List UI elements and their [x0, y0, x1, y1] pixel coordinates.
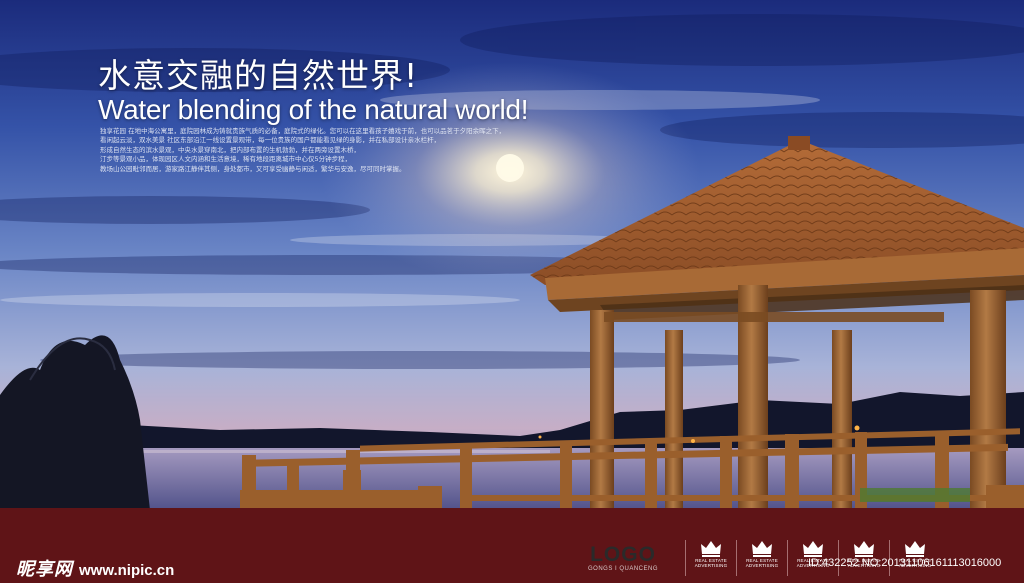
- logo-subtitle: GONGS I QUANCENG: [588, 566, 659, 572]
- badge-label: REAL ESTATE ADVERTISING: [745, 558, 779, 568]
- body-text-line: 看闲起云淡，双水美景 社区东部沿江一线设置景观带，每一位贵族的国户都能看见绿的身…: [100, 136, 441, 145]
- image-id-text: ID:432252 NO:20131106161113016000: [808, 557, 1002, 569]
- crown-badge: REAL ESTATE ADVERTISING: [685, 540, 736, 576]
- body-text: 独享花园 在地中海公寓里，庭院园林成为铸就贵族气质的必备，庭院式的绿化。您可以在…: [100, 127, 540, 174]
- crown-icon: [752, 541, 772, 557]
- badge-label: REAL ESTATE ADVERTISING: [694, 558, 728, 568]
- headline-title-cn: 水意交融的自然世界!: [98, 56, 419, 95]
- body-text-line: 教场山公园毗邻而居，游家路江静伴其侧，身处都市，又可享受幽静与闲适，繁华与安逸，…: [100, 164, 406, 173]
- crown-icon: [803, 541, 823, 557]
- logo-word: LOGO: [590, 543, 656, 566]
- headline-title-en: Water blending of the natural world!: [98, 94, 529, 125]
- crown-badge: REAL ESTATE ADVERTISING: [736, 540, 787, 576]
- site-url: www.nipic.cn: [79, 562, 175, 579]
- footer-bar: 昵享网 www.nipic.cn LOGO GONGS I QUANCENG R…: [0, 508, 1024, 583]
- site-name-cn: 昵享网: [16, 559, 73, 580]
- body-text-line: 独享花园 在地中海公寓里，庭院园林成为铸就贵族气质的必备，庭院式的绿化。您可以在…: [100, 127, 506, 135]
- poster: 水意交融的自然世界! Water blending of the natural…: [0, 0, 1024, 583]
- brand-logo: LOGO GONGS I QUANCENG: [588, 544, 658, 572]
- body-text-line: 形成自然生态的滨水景观，中央水景穿南北，把内部布置的生机勃勃，并在两旁设置木桥，: [100, 145, 360, 154]
- crown-icon: [854, 541, 874, 557]
- headline: 水意交融的自然世界! Water blending of the natural…: [98, 58, 528, 126]
- crown-icon: [905, 541, 925, 557]
- site-watermark: 昵享网 www.nipic.cn: [16, 555, 174, 581]
- crown-icon: [701, 541, 721, 557]
- body-text-line: 汀步等景观小品，体现园区人文内涵和生活意境，稀有地段距离城市中心仅5分钟步程，: [100, 155, 352, 164]
